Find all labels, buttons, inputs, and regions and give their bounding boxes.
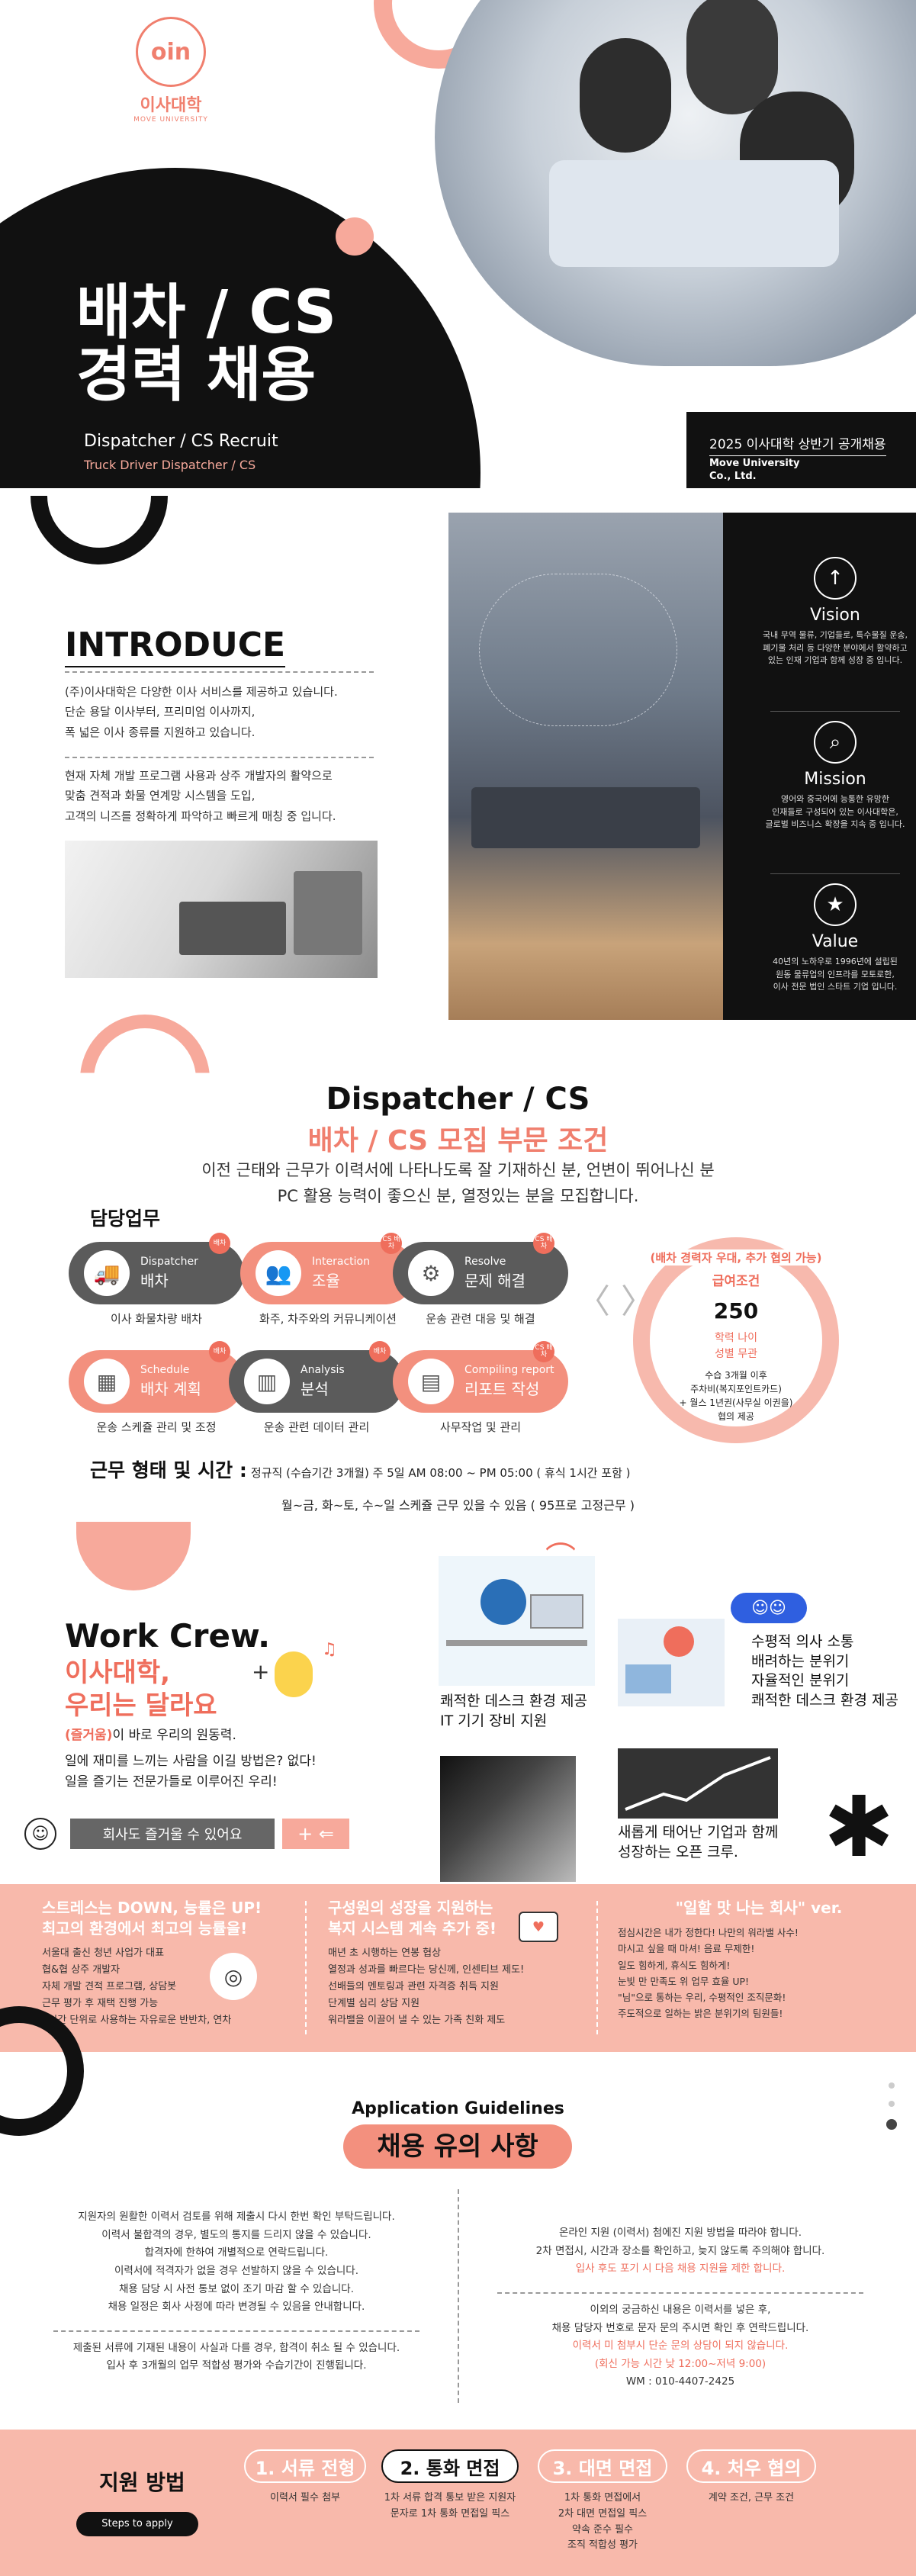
step-2: 2. 통화 면접 [381, 2449, 519, 2483]
intro-section: INTRODUCE (주)이사대학은 다양한 이사 서비스를 제공하고 있습니다… [0, 488, 916, 1022]
bar-chart-icon: ▥ [244, 1359, 290, 1404]
task-caption: 운송 관련 대응 및 해결 [426, 1312, 535, 1326]
truck-icon: 🚚 [84, 1250, 130, 1296]
worker-illustration [618, 1619, 725, 1706]
crew-section: Work Crew. 이사대학, 우리는 달라요 + ♫ (즐거움)이 바로 우리… [0, 1522, 916, 1884]
crew-title: Work Crew. [65, 1617, 271, 1655]
task-resolve: CS 배차 ⚙ Resolve 문제 해결 [393, 1233, 568, 1304]
feature-desk: 쾌적한 데스크 환경 제공 IT 기기 장비 지원 [440, 1693, 587, 1729]
guide-section: Application Guidelines 채용 유의 사항 지원자의 원활한… [0, 2006, 916, 2410]
task-caption: 운송 관련 데이터 관리 [263, 1420, 370, 1434]
recruit-title-en: Dispatcher / CS [326, 1082, 590, 1117]
crew-text: (즐거움)이 바로 우리의 원동력. 일에 재미를 느끼는 사람을 이길 방법은… [65, 1728, 317, 1790]
logo: oin 이사대학 MOVE UNIVERSITY [130, 17, 212, 124]
benefits-band: 스트레스는 DOWN, 능률은 UP! 최고의 환경에서 최고의 능률을! 서울대… [0, 1884, 916, 2052]
recruit-description: 이전 근태와 근무가 이력서에 나타나도록 잘 기재하신 분, 언변이 뛰어나신… [201, 1161, 715, 1205]
hero-title: 배차 / CS 경력 채용 [76, 278, 337, 410]
recruit-title-ko: 배차 / CS 모집 부문 조건 [307, 1125, 609, 1156]
bulb-icon: + ♫ [252, 1640, 337, 1701]
lamp-icon: ⌒ [545, 1541, 576, 1576]
crew-pink-title: 이사대학, 우리는 달라요 [65, 1658, 217, 1721]
hero-section: oin 이사대학 MOVE UNIVERSITY 배차 / CS 경력 채용 D… [0, 0, 916, 488]
value-block: ★ Value 40년의 노하우로 1996년에 설립된 원동 물류업의 인프라를… [763, 883, 908, 994]
company-name: Move University Co., Ltd. [709, 458, 800, 482]
task-report: CS 배차 ▤ Compiling report 리포트 작성 [393, 1341, 568, 1413]
vision-block: ↑ Vision 국내 무역 물류, 기업들로, 특수물질 운송, 폐기물 처리 … [763, 557, 908, 667]
step-3-desc: 1차 통화 면접에서 2차 대면 면접일 픽스 약속 준수 필수 조직 적합성 평가 [558, 2492, 648, 2552]
logo-mark-icon: oin [136, 17, 206, 87]
task-interaction: CS 배차 👥 Interaction 조율 [240, 1233, 416, 1304]
step-4-desc: 계약 조건, 근무 조건 [708, 2492, 795, 2504]
logistics-photo [448, 513, 723, 1020]
benefit-col-1: 스트레스는 DOWN, 능률은 UP! 최고의 환경에서 최고의 능률을! 서울대… [42, 1899, 262, 2027]
fun-badge: 회사도 즐거울 수 있어요 [70, 1819, 275, 1849]
apply-label: 지원 방법 [99, 2470, 185, 2495]
intro-paragraph-1: (주)이사대학은 다양한 이사 서비스를 제공하고 있습니다. 단순 용달 이사부… [65, 685, 338, 739]
hero-photo [435, 0, 916, 366]
asterisk-icon: ✱ [824, 1778, 895, 1876]
intro-paragraph-2: 현재 자체 개발 프로그램 사용과 상주 개발자의 활약으로 맞춤 견적과 화물 … [65, 769, 336, 823]
task-caption: 사무작업 및 관리 [439, 1420, 522, 1434]
guide-title-en: Application Guidelines [352, 2099, 564, 2118]
recruit-year: 2025 이사대학 상반기 공개채용 [709, 433, 886, 456]
work-hours-note: 월~금, 화~토, 수~일 스케쥴 근무 있을 수 있음 ( 95프로 고정근무… [281, 1498, 635, 1513]
calendar-icon: ▦ [84, 1359, 130, 1404]
intro-heading: INTRODUCE [65, 626, 286, 667]
duties-label: 담당업무 [90, 1208, 161, 1230]
decor-pink-semicircle [76, 1522, 191, 1590]
growth-chart-icon [618, 1748, 778, 1819]
logo-text: 이사대학 [140, 96, 202, 115]
task-dispatcher: 배차 🚚 Dispatcher 배차 [69, 1233, 244, 1304]
apply-section: 지원 방법 Steps to apply 1. 서류 전형 이력서 필수 첨부 … [0, 2430, 916, 2576]
card-icon: ♥ [519, 1912, 558, 1942]
arrow-up-icon: ↑ [814, 557, 857, 600]
guide-right: 온라인 지원 (이력서) 첨에진 지원 방법을 따라야 합니다. 2차 면접시, … [467, 2224, 894, 2391]
laptop-photo [440, 1756, 576, 1882]
arrow-back-icon: + ⇐ [282, 1819, 349, 1849]
people-icon: 👥 [256, 1250, 301, 1296]
mission-block: ⌕ Mission 영어와 중국어에 능통한 유망한 인재들로 구성되어 있는 이… [763, 721, 908, 831]
steps-button[interactable]: Steps to apply [76, 2512, 198, 2536]
guide-left: 지원자의 원활한 이력서 검토를 위해 제출시 다시 한번 확인 부탁드립니다.… [23, 2208, 450, 2375]
guide-title-ko: 채용 유의 사항 [343, 2124, 572, 2169]
step-2-desc: 1차 서류 합격 통보 받은 지원자 문자로 1차 통화 면접일 픽스 [384, 2492, 516, 2520]
decor-dot [336, 217, 374, 256]
smile-faces-icon: ☺☺ [731, 1593, 807, 1623]
hero-subtitle-2: Truck Driver Dispatcher / CS [84, 458, 256, 472]
feature-culture: 수평적 의사 소통 배려하는 분위기 자율적인 분위기 쾌적한 데스크 환경 제공 [751, 1633, 898, 1709]
task-caption: 화주, 차주와의 커뮤니케이션 [259, 1312, 397, 1326]
task-caption: 이사 화물차량 배차 [111, 1312, 202, 1326]
work-hours: 근무 형태 및 시간 : 정규직 (수습기간 3개월) 주 5일 AM 08:0… [90, 1459, 631, 1481]
document-icon: ▤ [408, 1359, 454, 1404]
salary-details: 급여조건 250 학력 나이 성별 무관 수습 3개월 이후 주차비(복지포인트… [679, 1274, 793, 1422]
step-4: 4. 처우 협의 [686, 2449, 816, 2483]
step-3: 3. 대면 면접 [538, 2449, 667, 2483]
task-analysis: 배차 ▥ Analysis 분석 [229, 1341, 404, 1413]
recruit-section: Dispatcher / CS 배차 / CS 모집 부문 조건 이전 근태와 … [0, 1015, 916, 1526]
gear-head-icon: ⚙ [408, 1250, 454, 1296]
feature-growth: 새롭게 태어난 기업과 함께 성장하는 오픈 크루. [618, 1824, 779, 1860]
step-1-desc: 이력서 필수 첨부 [270, 2492, 340, 2504]
office-photo [65, 841, 378, 978]
step-1: 1. 서류 전형 [244, 2449, 366, 2483]
hero-subtitle: Dispatcher / CS Recruit [84, 432, 278, 451]
task-caption: 운송 스케쥴 관리 및 조정 [96, 1420, 217, 1434]
search-icon: ⌕ [814, 721, 857, 764]
smile-icon: ☺ [24, 1818, 56, 1850]
target-icon: ◎ [210, 1953, 257, 2000]
salary-note: (배차 경력자 우대, 추가 협의 가능) [625, 1249, 847, 1265]
logo-sub: MOVE UNIVERSITY [133, 116, 208, 124]
benefit-col-3: "일할 맛 나는 회사" ver. 점심시간은 내가 정한다! 나만의 워라밸 … [618, 1899, 843, 2020]
task-schedule: 배차 ▦ Schedule 배차 계획 [69, 1341, 244, 1413]
star-icon: ★ [814, 883, 857, 926]
